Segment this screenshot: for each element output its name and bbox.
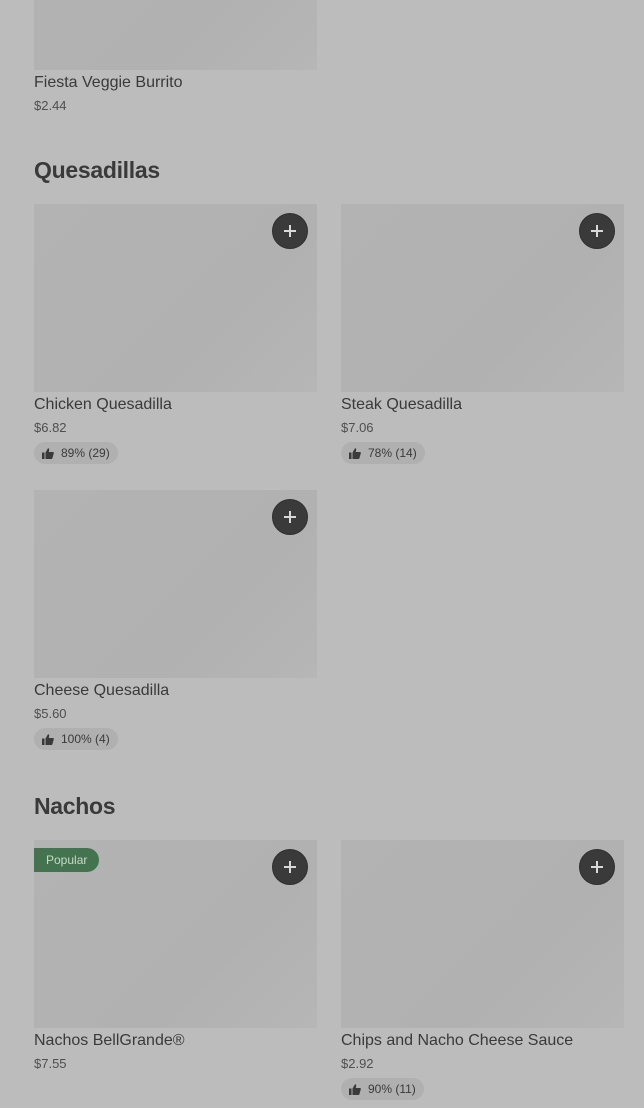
- thumbs-up-icon: [42, 733, 54, 745]
- rating-text: 100% (4): [61, 732, 110, 746]
- item-price: $5.60: [34, 706, 67, 721]
- menu-item-card[interactable]: Chips and Nacho Cheese Sauce $2.92 90% (…: [341, 840, 624, 1105]
- thumbs-up-icon: [42, 447, 54, 459]
- add-to-cart-button[interactable]: [579, 213, 615, 249]
- item-name: Steak Quesadilla: [341, 396, 462, 413]
- add-to-cart-button[interactable]: [272, 849, 308, 885]
- add-to-cart-button[interactable]: [272, 213, 308, 249]
- item-price: $2.92: [341, 1056, 374, 1071]
- item-price: $2.44: [34, 98, 67, 113]
- popular-badge: Popular: [34, 848, 100, 872]
- item-price: $7.55: [34, 1056, 67, 1071]
- rating-badge: 90% (11): [341, 1078, 424, 1100]
- rating-badge: 100% (4): [34, 728, 118, 750]
- thumbs-up-icon: [349, 1083, 361, 1095]
- menu-item-card[interactable]: Steak Quesadilla $7.06 78% (14): [341, 204, 624, 469]
- section-title-nachos: Nachos: [34, 793, 116, 819]
- section-title-quesadillas: Quesadillas: [34, 157, 160, 183]
- thumbs-up-icon: [349, 447, 361, 459]
- rating-badge: 78% (14): [341, 442, 425, 464]
- item-name: Nachos BellGrande®: [34, 1032, 185, 1049]
- item-name: Cheese Quesadilla: [34, 682, 170, 699]
- item-name: Chips and Nacho Cheese Sauce: [341, 1032, 574, 1049]
- menu-item-card[interactable]: Chicken Quesadilla $6.82 89% (29): [34, 204, 317, 469]
- menu-item-card[interactable]: Popular Nachos BellGrande® $7.55: [34, 840, 317, 1080]
- rating-badge: 89% (29): [34, 442, 118, 464]
- item-name: Chicken Quesadilla: [34, 396, 172, 413]
- add-to-cart-button[interactable]: [272, 499, 308, 535]
- item-price: $6.82: [34, 420, 67, 435]
- item-name: Fiesta Veggie Burrito: [34, 74, 183, 91]
- menu-item-card[interactable]: Fiesta Veggie Burrito $2.44: [34, 0, 317, 120]
- item-price: $7.06: [341, 420, 374, 435]
- rating-text: 89% (29): [61, 446, 110, 460]
- rating-text: 90% (11): [368, 1082, 416, 1096]
- menu-item-card[interactable]: Cheese Quesadilla $5.60 100% (4): [34, 490, 317, 755]
- add-to-cart-button[interactable]: [579, 849, 615, 885]
- rating-text: 78% (14): [368, 446, 417, 460]
- item-image: [34, 0, 317, 70]
